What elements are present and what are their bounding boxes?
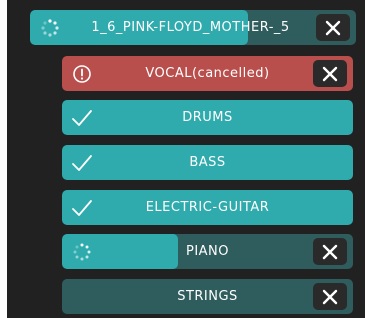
stem-label: STRINGS bbox=[177, 289, 238, 304]
stem-label: PIANO bbox=[185, 244, 230, 259]
stem-label: DRUMS bbox=[182, 110, 233, 125]
separation-panel: 1_6_PINK-FLOYD_MOTHER-_5 VOCAL(cancelled… bbox=[7, 0, 365, 318]
close-icon bbox=[322, 289, 338, 304]
close-icon bbox=[322, 244, 338, 259]
close-icon bbox=[325, 20, 341, 35]
spinner-icon bbox=[30, 10, 70, 45]
main-track-label: 1_6_PINK-FLOYD_MOTHER-_5 bbox=[91, 20, 290, 35]
close-icon bbox=[322, 66, 338, 81]
stem-row-piano: PIANO bbox=[62, 234, 353, 269]
stem-row-strings: STRINGS bbox=[62, 279, 353, 314]
main-track-close-button[interactable] bbox=[316, 14, 350, 41]
stem-row-bass: BASS bbox=[62, 145, 353, 180]
stem-label: ELECTRIC-GUITAR bbox=[145, 200, 270, 215]
stem-row-vocal: VOCAL(cancelled) bbox=[62, 56, 353, 91]
stem-row-electric-guitar: ELECTRIC-GUITAR bbox=[62, 190, 353, 225]
stem-label: VOCAL(cancelled) bbox=[145, 66, 270, 81]
stem-close-button[interactable] bbox=[313, 60, 347, 87]
stem-close-button[interactable] bbox=[313, 238, 347, 265]
stem-row-drums: DRUMS bbox=[62, 100, 353, 135]
stem-label: BASS bbox=[189, 155, 226, 170]
main-track-row: 1_6_PINK-FLOYD_MOTHER-_5 bbox=[30, 10, 356, 45]
stem-close-button[interactable] bbox=[313, 283, 347, 310]
